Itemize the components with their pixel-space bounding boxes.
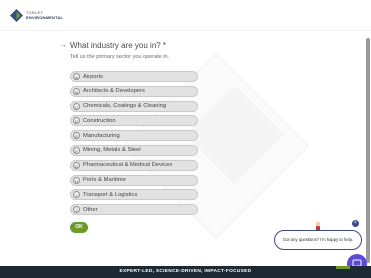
option-manufacturing[interactable]: E Manufacturing — [70, 130, 198, 142]
option-label: Ports & Maritime — [83, 177, 126, 184]
option-label: Manufacturing — [83, 132, 120, 139]
option-chemicals-coatings-cleaning[interactable]: C Chemicals, Coatings & Cleaning — [70, 100, 198, 112]
logo[interactable]: TURLEY ENVIRONMENTAL — [10, 9, 63, 22]
option-key: H — [73, 176, 80, 184]
option-list: A Airports B Architects & Developers C C… — [70, 71, 198, 219]
option-label: Chemicals, Coatings & Cleaning — [83, 103, 167, 110]
option-label: Construction — [83, 117, 116, 124]
question-help-text: Tell us the primary sector you operate i… — [70, 54, 170, 60]
option-label: Transport & Logistics — [83, 191, 138, 198]
site-header: TURLEY ENVIRONMENTAL — [0, 0, 371, 31]
option-label: Mining, Metals & Steel — [83, 147, 141, 154]
option-ports-maritime[interactable]: H Ports & Maritime — [70, 174, 198, 186]
option-transport-logistics[interactable]: I Transport & Logistics — [70, 189, 198, 201]
option-mining-metals-steel[interactable]: F Mining, Metals & Steel — [70, 144, 198, 156]
footer-banner: EXPERT-LED, SCIENCE-DRIVEN, IMPACT-FOCUS… — [0, 266, 371, 278]
option-architects-developers[interactable]: B Architects & Developers — [70, 85, 198, 97]
arrow-right-icon: → — [60, 42, 67, 49]
option-label: Pharmaceutical & Medical Devices — [83, 162, 173, 169]
footer-accent-bar — [336, 266, 350, 269]
logo-line-2: ENVIRONMENTAL — [26, 14, 64, 20]
option-other[interactable]: J Other — [70, 204, 198, 216]
chat-close-icon[interactable]: × — [352, 220, 359, 227]
option-key: D — [73, 117, 80, 125]
logo-mark-icon — [10, 9, 23, 22]
option-label: Other — [83, 206, 98, 213]
ok-button[interactable]: OK — [70, 222, 88, 233]
option-airports[interactable]: A Airports — [70, 71, 198, 82]
option-key: A — [73, 73, 80, 80]
question-title: What industry are you in? * — [70, 41, 167, 50]
option-key: F — [73, 146, 80, 154]
option-pharmaceutical-medical-devices[interactable]: G Pharmaceutical & Medical Devices — [70, 159, 198, 171]
scrollbar[interactable] — [366, 38, 370, 263]
question-heading: → What industry are you in? * — [60, 41, 166, 50]
option-label: Airports — [83, 73, 103, 80]
option-label: Architects & Developers — [83, 88, 145, 95]
option-key: J — [73, 206, 80, 214]
option-key: G — [73, 161, 80, 169]
option-key: C — [73, 102, 80, 110]
chat-greeting-bubble[interactable]: Got any questions? I'm happy to help. — [274, 230, 362, 250]
option-key: B — [73, 87, 80, 95]
option-construction[interactable]: D Construction — [70, 115, 198, 127]
logo-text: TURLEY ENVIRONMENTAL — [26, 10, 64, 20]
option-key: I — [73, 191, 80, 199]
option-key: E — [73, 132, 80, 140]
